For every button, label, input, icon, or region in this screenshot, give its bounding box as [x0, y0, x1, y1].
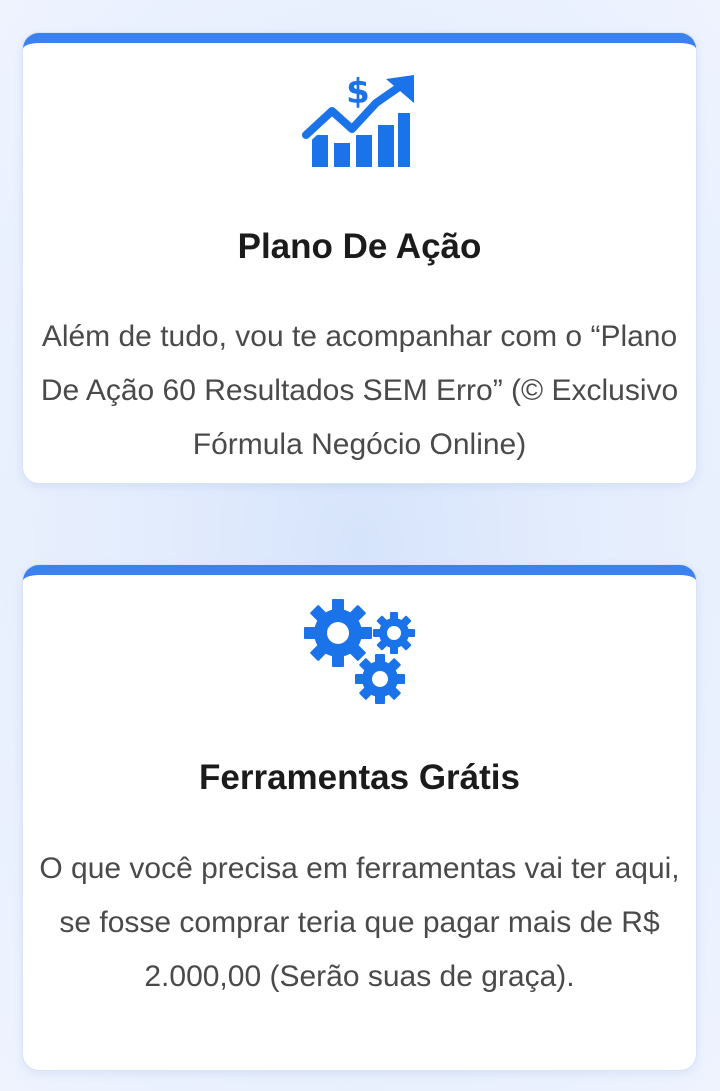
feature-card-ferramentas-gratis: Ferramentas Grátis O que você precisa em… — [23, 565, 696, 1070]
card-title: Plano De Ação — [237, 227, 482, 266]
dollar-growth-chart-icon: $ — [301, 73, 418, 173]
feature-card-plano-de-acao: $ Plano De Ação Além de tudo, vou te aco… — [23, 33, 696, 483]
card-description: O que você precisa em ferramentas vai te… — [39, 852, 680, 993]
card-title: Ferramentas Grátis — [199, 758, 520, 797]
gears-icon — [302, 599, 418, 709]
card-description: Além de tudo, vou te acompanhar com o “P… — [40, 320, 679, 461]
